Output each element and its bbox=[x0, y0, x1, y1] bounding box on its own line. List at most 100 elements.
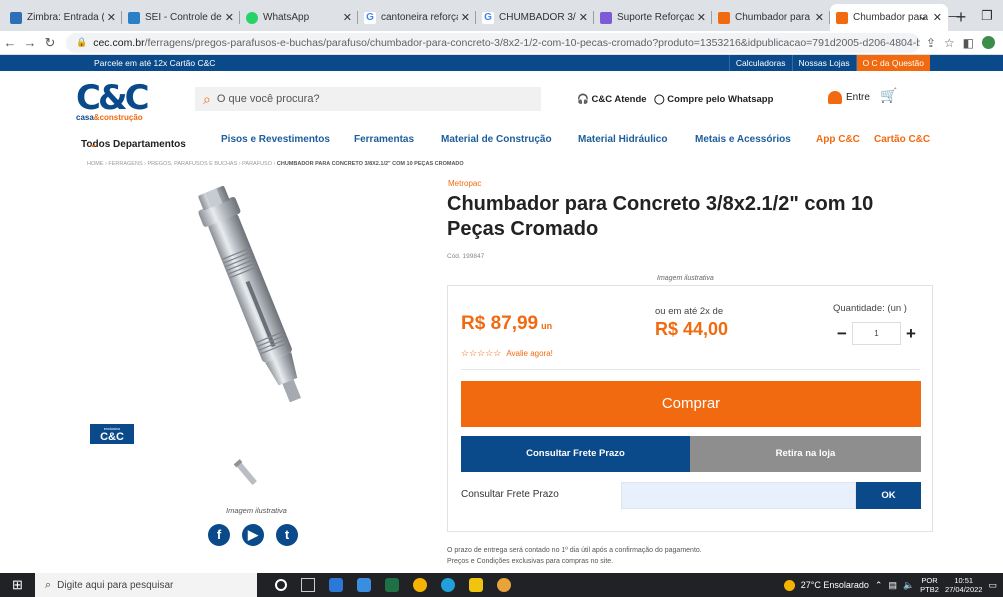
cep-input[interactable] bbox=[621, 482, 856, 509]
frete-label: Consultar Frete Prazo bbox=[461, 489, 559, 500]
quantity-stepper: − 1 + bbox=[832, 322, 921, 345]
rating-stars[interactable]: ☆☆☆☆☆ bbox=[461, 348, 501, 358]
bookmark-star-icon[interactable]: ☆ bbox=[944, 36, 955, 50]
breadcrumb[interactable]: HOME › FERRAGENS › PREGOS, PARAFUSOS E B… bbox=[87, 161, 464, 167]
menu-item-cartao[interactable]: Cartão C&C bbox=[874, 134, 930, 145]
forward-icon[interactable]: → bbox=[20, 35, 40, 50]
menu-item-material-hidraulico[interactable]: Material Hidráulico bbox=[578, 134, 667, 145]
share-icon[interactable]: ⇪ bbox=[926, 36, 936, 50]
browser-tab[interactable]: Zimbra: Entrada (1 ✕ bbox=[4, 4, 122, 31]
network-icon[interactable]: ▤ bbox=[888, 580, 897, 591]
close-tab-icon[interactable]: ✕ bbox=[225, 11, 234, 24]
product-thumbnail[interactable] bbox=[232, 458, 262, 490]
profile-icon[interactable] bbox=[982, 36, 995, 49]
clock[interactable]: 10:51 27/04/2022 bbox=[945, 576, 983, 594]
menu-item-ferramentas[interactable]: Ferramentas bbox=[354, 134, 414, 145]
browser-actions: ⇪ ☆ ◧ bbox=[926, 36, 1003, 50]
browser-tab[interactable]: WhatsApp ✕ bbox=[240, 4, 358, 31]
notification-icon[interactable]: ▭ bbox=[988, 580, 997, 591]
menu-item-material-construcao[interactable]: Material de Construção bbox=[441, 134, 552, 145]
chrome-icon[interactable] bbox=[497, 578, 511, 592]
url-field[interactable]: 🔒 cec.com.br/ferragens/pregos-parafusos-… bbox=[66, 32, 920, 53]
close-tab-icon[interactable]: ✕ bbox=[697, 11, 706, 24]
installment-value: R$ 44,00 bbox=[655, 319, 729, 339]
close-tab-icon[interactable]: ✕ bbox=[107, 11, 116, 24]
mail-icon[interactable] bbox=[357, 578, 371, 592]
cortana-icon[interactable] bbox=[275, 579, 287, 591]
taskbar-apps bbox=[275, 578, 511, 592]
installments-label: ou em até 2x de bbox=[655, 306, 724, 317]
site-icon bbox=[600, 11, 612, 24]
minimize-icon[interactable]: — bbox=[939, 8, 971, 23]
browser-tab-bar: Zimbra: Entrada (1✕ SEI - Controle de P✕… bbox=[0, 0, 1003, 31]
search-icon[interactable]: ⌕ bbox=[203, 91, 211, 108]
facebook-icon[interactable]: f bbox=[208, 524, 230, 546]
promo-bar: Parcele em até 12x Cartão C&C Calculador… bbox=[0, 55, 1003, 71]
url-host: cec.com.br bbox=[93, 36, 145, 49]
edge-icon[interactable] bbox=[441, 578, 455, 592]
close-tab-icon[interactable]: ✕ bbox=[815, 11, 824, 24]
weather-text[interactable]: 27°C Ensolarado bbox=[801, 580, 869, 590]
promo-text[interactable]: Parcele em até 12x Cartão C&C bbox=[94, 58, 215, 68]
menu-item-pisos[interactable]: Pisos e Revestimentos bbox=[221, 134, 330, 145]
twitter-icon[interactable]: t bbox=[276, 524, 298, 546]
increase-quantity-button[interactable]: + bbox=[901, 324, 921, 344]
cec-logo[interactable]: C&C casa&construção bbox=[76, 81, 156, 123]
rate-now-link[interactable]: Avalie agora! bbox=[506, 349, 553, 358]
product-brand[interactable]: Metropac bbox=[448, 179, 481, 188]
cec-atende-link[interactable]: 🎧 C&C Atende bbox=[577, 94, 647, 105]
browser-tab[interactable]: SEI - Controle de P✕ bbox=[122, 4, 240, 31]
nossas-lojas-link[interactable]: Nossas Lojas bbox=[791, 55, 856, 71]
product-price: R$ 87,99 un bbox=[461, 313, 553, 334]
reload-icon[interactable]: ↻ bbox=[40, 35, 60, 51]
ok-button[interactable]: OK bbox=[856, 482, 921, 509]
taskbar-search-input[interactable]: ⌕ Digite aqui para pesquisar bbox=[35, 573, 257, 597]
tab-frete[interactable]: Consultar Frete Prazo bbox=[461, 436, 690, 472]
back-icon[interactable]: ← bbox=[0, 35, 20, 50]
excel-icon[interactable] bbox=[385, 578, 399, 592]
taskbar: ⊞ ⌕ Digite aqui para pesquisar 27°C Ensol… bbox=[0, 573, 1003, 597]
language-indicator[interactable]: POR PTB2 bbox=[920, 576, 939, 594]
close-tab-icon[interactable]: ✕ bbox=[461, 11, 470, 24]
task-view-icon[interactable] bbox=[301, 578, 315, 592]
decrease-quantity-button[interactable]: − bbox=[832, 324, 852, 344]
chrome-icon[interactable] bbox=[413, 578, 427, 592]
product-image[interactable] bbox=[150, 180, 360, 420]
file-explorer-icon[interactable] bbox=[469, 578, 483, 592]
sidebar-icon[interactable]: ◧ bbox=[963, 36, 974, 50]
whatsapp-link[interactable]: ◯ Compre pelo Whatsapp bbox=[654, 94, 773, 105]
site-header: C&C casa&construção ⌕ O que você procura… bbox=[0, 71, 1003, 129]
calculadoras-link[interactable]: Calculadoras bbox=[728, 55, 792, 71]
menu-item-metais[interactable]: Metais e Acessórios bbox=[695, 134, 791, 145]
system-tray: 27°C Ensolarado ⌃ ▤ 🔈 POR PTB2 10:51 27/04… bbox=[783, 573, 1003, 597]
browser-tab[interactable]: G CHUMBADOR 3/8 ✕ bbox=[476, 4, 594, 31]
menu-item-app[interactable]: App C&C bbox=[816, 134, 860, 145]
buy-button[interactable]: Comprar bbox=[461, 381, 921, 427]
product-code: Cód. 199847 bbox=[447, 253, 485, 260]
login-link[interactable]: Entre bbox=[828, 91, 870, 104]
logo-mark: C&C bbox=[76, 78, 150, 118]
tab-retira-na-loja[interactable]: Retira na loja bbox=[690, 436, 921, 472]
tab-search-icon[interactable]: ⌄ bbox=[907, 8, 939, 24]
rating[interactable]: ☆☆☆☆☆ Avalie agora! bbox=[461, 348, 553, 359]
delivery-note: O prazo de entrega será contado no 1º di… bbox=[447, 547, 702, 565]
cart-icon[interactable]: 🛒 bbox=[880, 87, 897, 104]
exclusive-badge: exclusivo C&C bbox=[90, 424, 134, 444]
headset-icon: 🎧 bbox=[577, 94, 592, 105]
chevron-up-icon[interactable]: ⌃ bbox=[875, 580, 883, 591]
restore-icon[interactable]: ❐ bbox=[971, 8, 1003, 24]
search-placeholder: O que você procura? bbox=[216, 93, 320, 105]
youtube-icon[interactable]: ▶ bbox=[242, 524, 264, 546]
oc-da-questao-link[interactable]: O C da Questão bbox=[855, 55, 930, 71]
close-tab-icon[interactable]: ✕ bbox=[343, 11, 352, 24]
volume-icon[interactable]: 🔈 bbox=[903, 580, 914, 591]
browser-tab[interactable]: Suporte Reforçado ✕ bbox=[594, 4, 712, 31]
browser-tab[interactable]: Gcantoneira reforça ✕ bbox=[358, 4, 476, 31]
browser-tab[interactable]: Chumbador para C ✕ bbox=[712, 4, 830, 31]
whatsapp-icon bbox=[246, 11, 258, 24]
quantity-input[interactable]: 1 bbox=[852, 322, 901, 345]
search-input[interactable]: ⌕ O que você procura? bbox=[195, 87, 541, 111]
store-icon[interactable] bbox=[329, 578, 343, 592]
windows-start-icon[interactable]: ⊞ bbox=[0, 577, 35, 593]
close-tab-icon[interactable]: ✕ bbox=[579, 11, 588, 24]
